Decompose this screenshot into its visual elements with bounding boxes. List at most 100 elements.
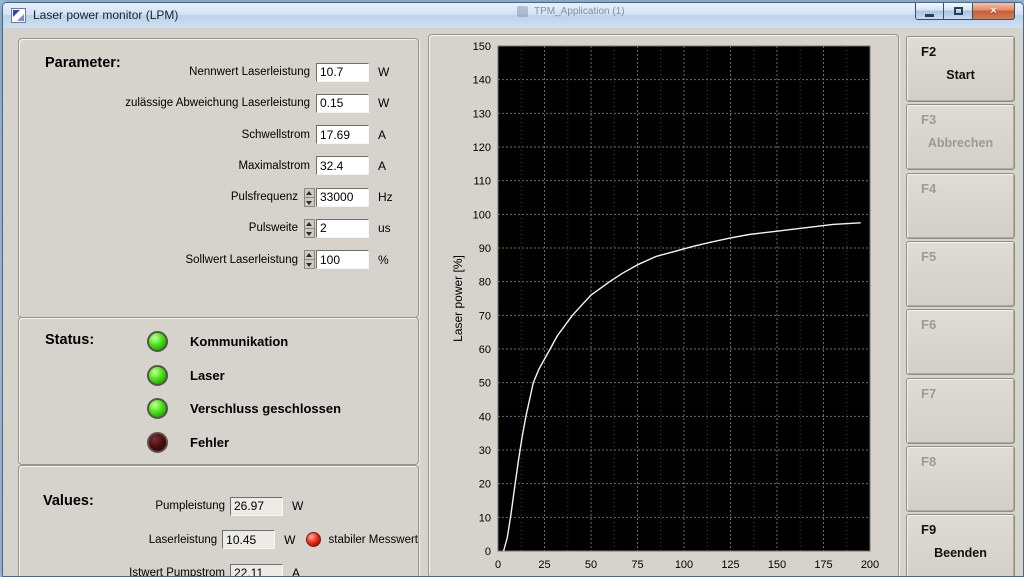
status-rows: Kommunikation Laser Verschluss geschlossen… [19, 331, 418, 453]
value-display: 10.45 [222, 530, 275, 549]
status-label: Kommunikation [190, 334, 288, 349]
unit-label: A [292, 566, 308, 577]
status-led-laser [147, 365, 168, 386]
status-label: Laser [190, 368, 225, 383]
fkey-action-label: Start [907, 68, 1014, 82]
decrement-icon[interactable] [304, 198, 315, 207]
y-axis-label: Laser power [%] [451, 255, 465, 342]
status-panel: Status: KommunikationLaserVerschluss ges… [18, 317, 419, 465]
unit-label: W [378, 65, 408, 79]
x-tick-label: 150 [768, 559, 786, 571]
fkey-action-label: Abbrechen [907, 136, 1014, 150]
fkey-key-label: F6 [921, 317, 936, 332]
values-rows: Pumpleistung26.97WLaserleistung10.45Wsta… [19, 496, 418, 577]
fkey-f8[interactable]: F8 [906, 446, 1015, 512]
parameter-label: Maximalstrom [238, 160, 310, 172]
value-label: Laserleistung [27, 534, 217, 546]
unit-label: % [378, 253, 408, 267]
x-tick-label: 75 [631, 559, 643, 571]
fkey-f9-beenden[interactable]: F9Beenden [906, 514, 1015, 577]
app-window: Laser power monitor (LPM) TPM_Applicatio… [2, 2, 1024, 577]
y-tick-label: 150 [473, 41, 491, 53]
minimize-icon [925, 14, 934, 17]
y-tick-label: 0 [485, 546, 491, 558]
increment-icon[interactable] [304, 188, 315, 198]
y-tick-label: 120 [473, 142, 491, 154]
increment-icon[interactable] [304, 219, 315, 229]
value-display: 22.11 [230, 564, 283, 577]
y-tick-label: 30 [479, 445, 491, 457]
fkey-f3-abbrechen[interactable]: F3 Abbrechen [906, 104, 1015, 170]
increment-decrement-control[interactable] [304, 188, 315, 207]
parameter-label: Nennwert Laserleistung [189, 66, 310, 78]
decrement-icon[interactable] [304, 229, 315, 238]
fkey-f5[interactable]: F5 [906, 241, 1015, 307]
increment-decrement-control[interactable] [304, 219, 315, 238]
status-led-kommunikation [147, 331, 168, 352]
fkey-key-label: F9 [921, 522, 936, 537]
parameter-label: Sollwert Laserleistung [185, 254, 298, 266]
y-tick-label: 20 [479, 479, 491, 491]
unit-label: A [378, 159, 408, 173]
fkey-f6[interactable]: F6 [906, 309, 1015, 375]
unit-label: us [378, 221, 408, 235]
unit-label: W [284, 533, 299, 547]
value-label: Pumpleistung [27, 500, 225, 512]
y-tick-label: 100 [473, 209, 491, 221]
close-icon: × [990, 5, 996, 17]
value-display: 26.97 [230, 497, 283, 516]
parameter-rows: Nennwert Laserleistung10.7Wzulässige Abw… [27, 62, 408, 270]
minimize-button[interactable] [915, 3, 944, 20]
stable-measurement-led [306, 532, 321, 547]
status-row-verschluss-geschlossen: Verschluss geschlossen [19, 398, 418, 419]
close-button[interactable]: × [972, 3, 1015, 20]
titlebar[interactable]: Laser power monitor (LPM) TPM_Applicatio… [3, 3, 1023, 29]
y-tick-label: 60 [479, 344, 491, 356]
parameter-value-input[interactable]: 33000 [316, 188, 369, 207]
status-row-kommunikation: Kommunikation [19, 331, 418, 352]
parameter-value-input[interactable]: 100 [316, 250, 369, 269]
value-row-pumpleistung: Pumpleistung26.97W [19, 496, 418, 516]
unit-label: W [378, 96, 408, 110]
parameter-value-input[interactable]: 2 [316, 219, 369, 238]
fkey-f7[interactable]: F7 [906, 378, 1015, 444]
parameter-row-pulsweite: Pulsweite2us [27, 218, 408, 238]
fkey-key-label: F2 [921, 44, 936, 59]
status-row-laser: Laser [19, 365, 418, 386]
y-tick-label: 10 [479, 512, 491, 524]
fkey-f2-start[interactable]: F2 Start [906, 36, 1015, 102]
y-tick-label: 90 [479, 243, 491, 255]
fkey-key-label: F7 [921, 386, 936, 401]
background-window-icon [517, 6, 528, 17]
unit-label: Hz [378, 190, 408, 204]
unit-label: A [378, 128, 408, 142]
decrement-icon[interactable] [304, 260, 315, 269]
parameter-value-input[interactable]: 10.7 [316, 63, 369, 82]
parameter-row-sollwert-laserleistung: Sollwert Laserleistung 100% [27, 250, 408, 270]
fkey-key-label: F5 [921, 249, 936, 264]
status-row-fehler: Fehler [19, 432, 418, 453]
fkey-f4[interactable]: F4 [906, 173, 1015, 239]
status-label: Fehler [190, 435, 229, 450]
maximize-button[interactable] [944, 3, 972, 20]
parameter-value-input[interactable]: 17.69 [316, 125, 369, 144]
value-row-laserleistung: Laserleistung10.45Wstabiler Messwert [19, 530, 418, 550]
y-tick-label: 50 [479, 378, 491, 390]
fkey-key-label: F4 [921, 181, 936, 196]
parameter-value-input[interactable]: 32.4 [316, 156, 369, 175]
status-label: Verschluss geschlossen [190, 401, 341, 416]
x-tick-label: 100 [675, 559, 693, 571]
parameter-value-input[interactable]: 0.15 [316, 94, 369, 113]
x-tick-label: 50 [585, 559, 597, 571]
parameter-label: Pulsfrequenz [231, 191, 298, 203]
window-title: Laser power monitor (LPM) [33, 3, 178, 28]
x-tick-label: 175 [814, 559, 832, 571]
parameter-row-maximalstrom: Maximalstrom 32.4 A [27, 156, 408, 176]
y-tick-label: 70 [479, 310, 491, 322]
values-panel: Values: Pumpleistung26.97WLaserleistung1… [18, 465, 419, 577]
app-icon [11, 8, 26, 23]
increment-icon[interactable] [304, 250, 315, 260]
window-content: Parameter: Nennwert Laserleistung10.7Wzu… [3, 28, 1023, 576]
fkey-key-label: F3 [921, 112, 936, 127]
increment-decrement-control[interactable] [304, 250, 315, 269]
